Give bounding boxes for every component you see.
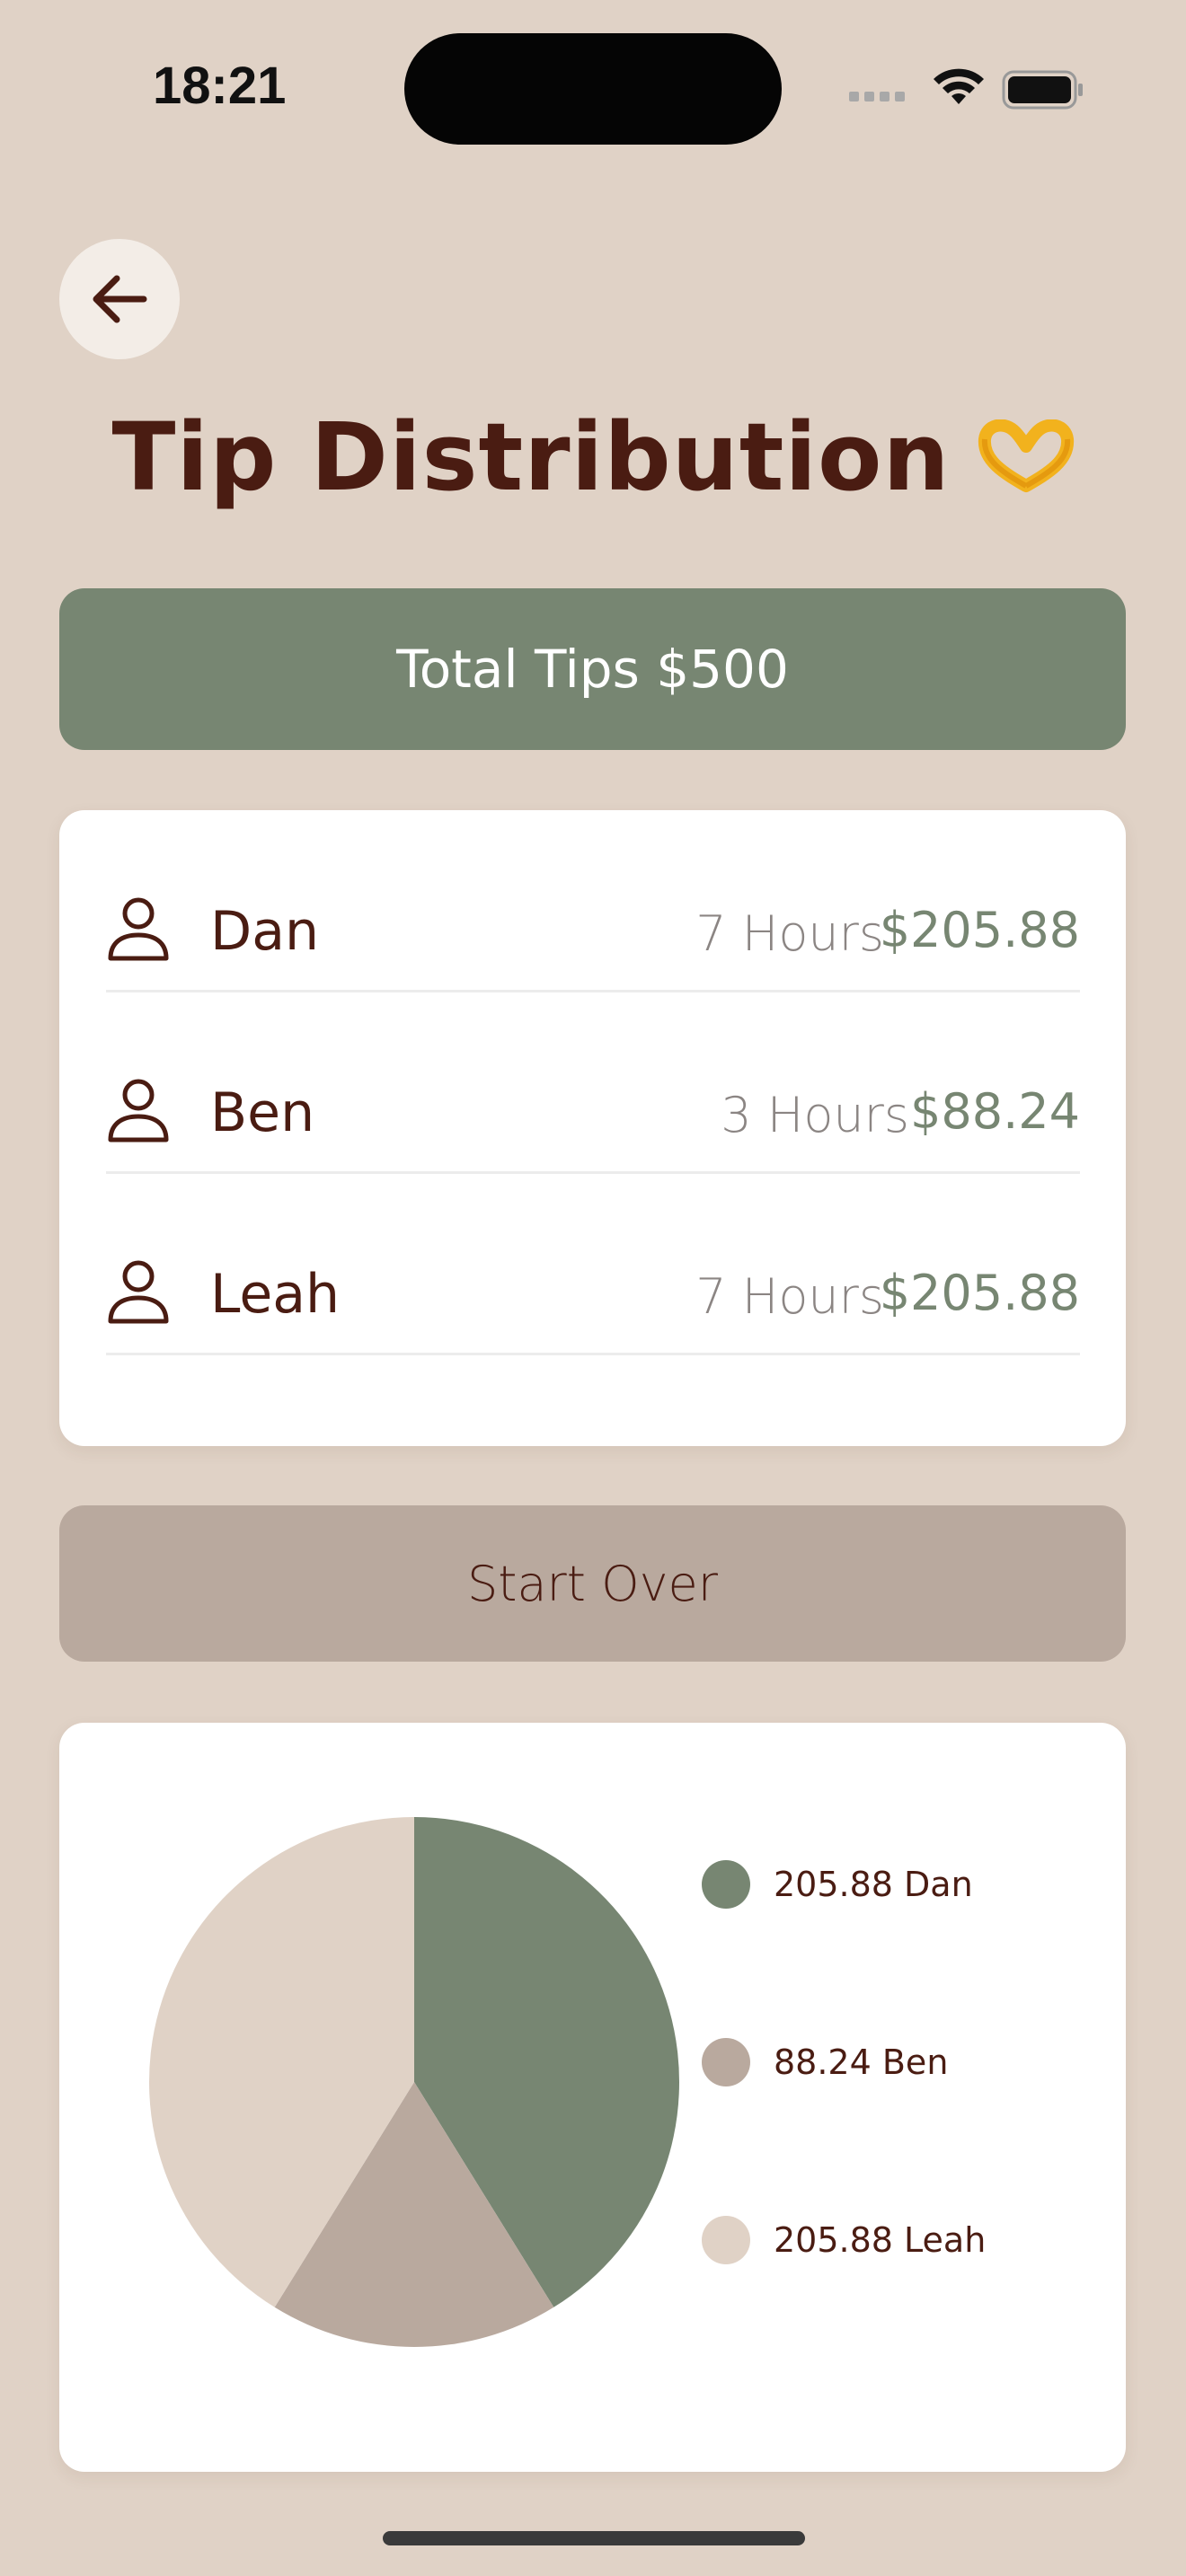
worker-hours: 7 Hours bbox=[695, 1268, 884, 1325]
worker-name: Leah bbox=[210, 1263, 341, 1326]
page-title-text: Tip Distribution bbox=[111, 402, 951, 512]
tip-pie-chart-card: 205.88 Dan 88.24 Ben 205.88 Leah bbox=[59, 1723, 1126, 2472]
worker-hours: 7 Hours bbox=[695, 905, 884, 962]
arrow-left-icon bbox=[93, 275, 147, 323]
cellular-signal-icon bbox=[849, 92, 905, 101]
legend-swatch bbox=[702, 2216, 750, 2264]
back-button[interactable] bbox=[59, 239, 180, 359]
workers-list: Dan 7 Hours $205.88 Ben 3 Hours $88.24 L… bbox=[59, 810, 1126, 1446]
person-icon bbox=[108, 897, 169, 961]
worker-row[interactable]: Ben 3 Hours $88.24 bbox=[106, 992, 1080, 1174]
legend-swatch bbox=[702, 1860, 750, 1909]
dynamic-island bbox=[404, 33, 782, 145]
legend-item-leah: 205.88 Leah bbox=[702, 2213, 986, 2267]
worker-amount: $88.24 bbox=[910, 1083, 1080, 1140]
legend-label: 205.88 Leah bbox=[774, 2220, 987, 2260]
total-tips-banner: Total Tips $500 bbox=[59, 588, 1126, 750]
wifi-icon bbox=[934, 68, 984, 104]
home-indicator[interactable] bbox=[383, 2531, 805, 2545]
worker-amount: $205.88 bbox=[879, 902, 1080, 958]
heart-hands-icon bbox=[978, 408, 1075, 517]
legend-item-ben: 88.24 Ben bbox=[702, 2035, 948, 2089]
worker-row[interactable]: Leah 7 Hours $205.88 bbox=[106, 1173, 1080, 1355]
legend-label: 205.88 Dan bbox=[774, 1865, 973, 1904]
legend-swatch bbox=[702, 2038, 750, 2086]
start-over-label: Start Over bbox=[467, 1555, 718, 1612]
page-title: Tip Distribution bbox=[0, 402, 1186, 517]
worker-name: Ben bbox=[210, 1081, 315, 1144]
worker-hours: 3 Hours bbox=[721, 1087, 909, 1143]
total-tips-label: Total Tips $500 bbox=[396, 639, 789, 700]
worker-row[interactable]: Dan 7 Hours $205.88 bbox=[106, 810, 1080, 992]
worker-name: Dan bbox=[210, 900, 319, 963]
battery-icon bbox=[1002, 70, 1083, 110]
start-over-button[interactable]: Start Over bbox=[59, 1505, 1126, 1662]
pie-chart bbox=[149, 1817, 679, 2347]
person-icon bbox=[108, 1079, 169, 1142]
worker-amount: $205.88 bbox=[879, 1265, 1080, 1321]
status-time: 18:21 bbox=[153, 57, 287, 115]
legend-item-dan: 205.88 Dan bbox=[702, 1857, 973, 1911]
legend-label: 88.24 Ben bbox=[774, 2042, 949, 2082]
person-icon bbox=[108, 1260, 169, 1324]
